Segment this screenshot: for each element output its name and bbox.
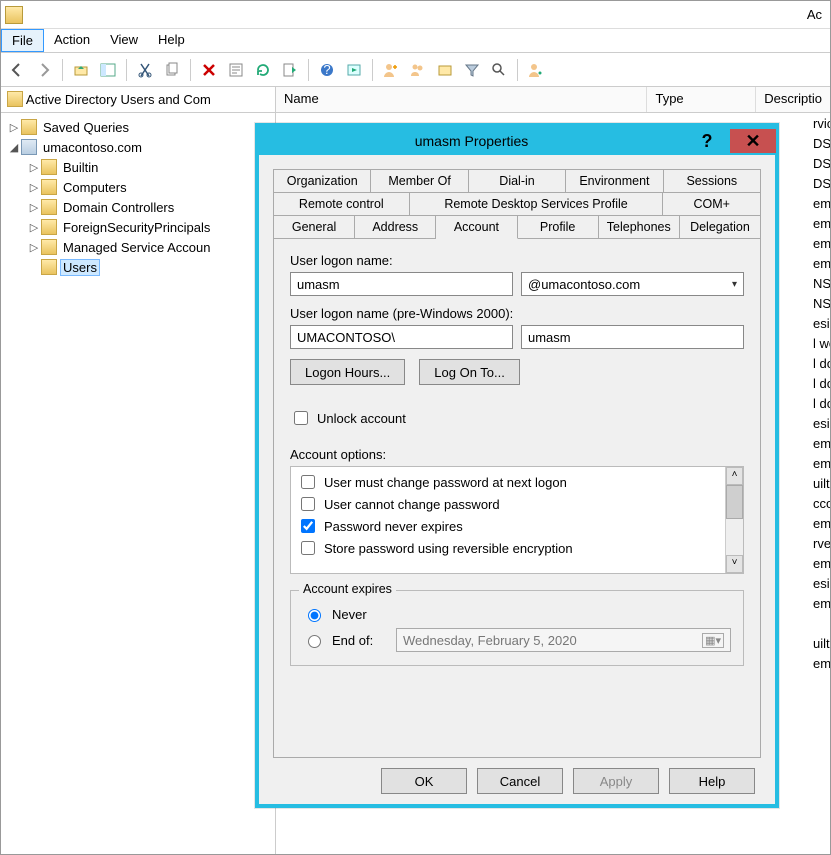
- calendar-icon: ▦▾: [702, 633, 724, 648]
- menu-view[interactable]: View: [100, 29, 148, 52]
- add-to-group-icon[interactable]: [524, 58, 548, 82]
- title-bar: Ac: [1, 1, 830, 29]
- export-icon[interactable]: [278, 58, 302, 82]
- expires-endof-label: End of:: [332, 633, 388, 648]
- account-options-label: Account options:: [290, 447, 744, 462]
- scroll-thumb[interactable]: [726, 485, 743, 519]
- tree-domain[interactable]: ◢umacontoso.com: [3, 137, 273, 157]
- dialog-help-button[interactable]: ?: [684, 129, 730, 153]
- tree-computers[interactable]: ▷Computers: [3, 177, 273, 197]
- tab-environment[interactable]: Environment: [566, 169, 663, 192]
- tree-body[interactable]: ▷Saved Queries ◢umacontoso.com ▷Builtin …: [1, 113, 275, 281]
- app-icon: [5, 6, 23, 24]
- dialog-title-bar[interactable]: umasm Properties ? ✕: [259, 127, 775, 155]
- toolbar: ?: [1, 53, 830, 87]
- pre2000-label: User logon name (pre-Windows 2000):: [290, 306, 744, 321]
- filter-icon[interactable]: [460, 58, 484, 82]
- pre2000-user-input[interactable]: [521, 325, 744, 349]
- tree-msa[interactable]: ▷Managed Service Accoun: [3, 237, 273, 257]
- tab-com-plus[interactable]: COM+: [663, 192, 761, 215]
- account-options-list: User must change password at next logon …: [290, 466, 744, 574]
- unlock-account-label: Unlock account: [317, 411, 406, 426]
- opt-never-expires-checkbox[interactable]: [301, 519, 315, 533]
- up-folder-icon[interactable]: [69, 58, 93, 82]
- properties-icon[interactable]: [224, 58, 248, 82]
- col-name[interactable]: Name: [276, 87, 647, 112]
- tab-address[interactable]: Address: [355, 215, 436, 238]
- menu-action[interactable]: Action: [44, 29, 100, 52]
- log-on-to-button[interactable]: Log On To...: [419, 359, 520, 385]
- dialog-title: umasm Properties: [259, 133, 684, 149]
- tree-header: Active Directory Users and Com: [1, 87, 275, 113]
- tab-general[interactable]: General: [273, 215, 355, 238]
- expires-never-radio[interactable]: [308, 609, 321, 622]
- tab-profile[interactable]: Profile: [518, 215, 599, 238]
- tab-member-of[interactable]: Member Of: [371, 169, 468, 192]
- delete-icon[interactable]: [197, 58, 221, 82]
- opt-reversible-checkbox[interactable]: [301, 541, 315, 555]
- pre2000-domain-field: [290, 325, 513, 349]
- svg-text:?: ?: [323, 62, 330, 77]
- tab-strip: Organization Member Of Dial-in Environme…: [273, 169, 761, 238]
- logon-name-input[interactable]: [290, 272, 513, 296]
- tree-builtin[interactable]: ▷Builtin: [3, 157, 273, 177]
- cancel-button[interactable]: Cancel: [477, 768, 563, 794]
- nav-forward-icon[interactable]: [32, 58, 56, 82]
- list-header: Name Type Descriptio: [276, 87, 830, 113]
- help-button[interactable]: Help: [669, 768, 755, 794]
- opt-must-change-checkbox[interactable]: [301, 475, 315, 489]
- account-expires-group: Account expires Never End of: Wednesday,…: [290, 590, 744, 666]
- tab-page-account: User logon name: @umacontoso.com▾ User l…: [273, 238, 761, 758]
- expires-endof-radio[interactable]: [308, 635, 321, 648]
- app-title-fragment: Ac: [807, 7, 826, 22]
- cut-icon[interactable]: [133, 58, 157, 82]
- tab-telephones[interactable]: Telephones: [599, 215, 680, 238]
- tree-fsp[interactable]: ▷ForeignSecurityPrincipals: [3, 217, 273, 237]
- dialog-button-row: OK Cancel Apply Help: [273, 758, 761, 794]
- copy-icon[interactable]: [160, 58, 184, 82]
- new-group-icon[interactable]: [406, 58, 430, 82]
- menu-help[interactable]: Help: [148, 29, 195, 52]
- expires-never-label: Never: [332, 607, 367, 622]
- help-icon[interactable]: ?: [315, 58, 339, 82]
- tab-dial-in[interactable]: Dial-in: [469, 169, 566, 192]
- tab-delegation[interactable]: Delegation: [680, 215, 761, 238]
- tree-saved-queries[interactable]: ▷Saved Queries: [3, 117, 273, 137]
- tab-rds-profile[interactable]: Remote Desktop Services Profile: [410, 192, 664, 215]
- account-expires-legend: Account expires: [299, 582, 396, 596]
- properties-dialog: umasm Properties ? ✕ Organization Member…: [255, 123, 779, 808]
- tab-sessions[interactable]: Sessions: [664, 169, 761, 192]
- run-icon[interactable]: [342, 58, 366, 82]
- menu-bar: File Action View Help: [1, 29, 830, 53]
- tree-pane: Active Directory Users and Com ▷Saved Qu…: [1, 87, 276, 854]
- dialog-close-button[interactable]: ✕: [730, 129, 776, 153]
- logon-hours-button[interactable]: Logon Hours...: [290, 359, 405, 385]
- unlock-account-checkbox[interactable]: [294, 411, 308, 425]
- scroll-up-icon[interactable]: ˄: [726, 467, 743, 485]
- tree-domain-controllers[interactable]: ▷Domain Controllers: [3, 197, 273, 217]
- show-hide-tree-icon[interactable]: [96, 58, 120, 82]
- apply-button[interactable]: Apply: [573, 768, 659, 794]
- refresh-icon[interactable]: [251, 58, 275, 82]
- new-user-icon[interactable]: [379, 58, 403, 82]
- col-desc[interactable]: Descriptio: [756, 87, 830, 112]
- menu-file[interactable]: File: [1, 29, 44, 52]
- upn-suffix-combo[interactable]: @umacontoso.com▾: [521, 272, 744, 296]
- logon-name-label: User logon name:: [290, 253, 744, 268]
- scroll-down-icon[interactable]: ˅: [726, 555, 743, 573]
- expires-date-picker[interactable]: Wednesday, February 5, 2020 ▦▾: [396, 628, 731, 652]
- nav-back-icon[interactable]: [5, 58, 29, 82]
- options-scrollbar[interactable]: ˄ ˅: [725, 467, 743, 573]
- new-ou-icon[interactable]: [433, 58, 457, 82]
- ok-button[interactable]: OK: [381, 768, 467, 794]
- tab-remote-control[interactable]: Remote control: [273, 192, 410, 215]
- chevron-down-icon: ▾: [732, 279, 737, 290]
- find-icon[interactable]: [487, 58, 511, 82]
- tab-organization[interactable]: Organization: [273, 169, 371, 192]
- opt-cannot-change-checkbox[interactable]: [301, 497, 315, 511]
- tab-account[interactable]: Account: [436, 215, 517, 239]
- col-type[interactable]: Type: [647, 87, 756, 112]
- tree-users[interactable]: Users: [3, 257, 273, 277]
